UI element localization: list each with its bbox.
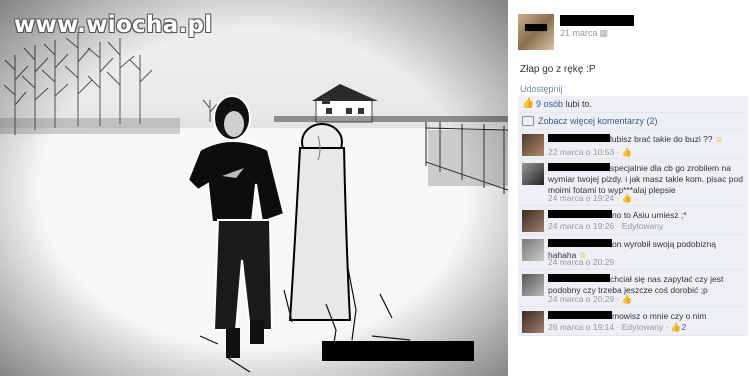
comment-extra: · [614, 294, 622, 304]
likes-link[interactable]: 9 osób [536, 99, 563, 109]
comment-time[interactable]: 24 marca o 20:29 [548, 294, 614, 304]
comment: mowisz o mnie czy o nim 26 marca o 19:14… [518, 307, 748, 336]
thumb-icon[interactable]: 👍 [622, 147, 633, 157]
comment-meta: 26 marca o 19:14 · Edytowany · 👍2 [548, 322, 686, 333]
comment-meta: 24 marca o 19:24 · 👍 [548, 193, 632, 204]
comment-meta: 24 marca o 19:26 · Edytowany [548, 221, 663, 231]
comment-meta: 22 marca o 10:53 · 👍 [548, 147, 632, 158]
comment-extra: · [614, 193, 622, 203]
likes-summary: 9 osób lubi to. [536, 99, 592, 109]
comment-body: no to Asiu umiesz ;* [612, 210, 687, 220]
comment-time[interactable]: 24 marca o 20:29 [548, 257, 614, 267]
thumb-icon[interactable]: 👍 [622, 193, 633, 203]
comment-body: mowisz o mnie czy o nim [612, 311, 707, 321]
comment-time[interactable]: 24 marca o 19:24 [548, 193, 614, 203]
more-comments-link[interactable]: Zobacz więcej komentarzy (2) [538, 116, 658, 126]
commenter-name-redacted[interactable] [548, 134, 610, 142]
thumb-icon[interactable]: 👍 [671, 322, 682, 332]
photo[interactable]: www.wiocha.pl [0, 0, 508, 376]
post-text: Złap go z rękę :P [520, 64, 596, 75]
commenter-name-redacted[interactable] [548, 239, 612, 247]
comment-extra: · Edytowany [614, 221, 664, 231]
author-name-redacted[interactable] [560, 15, 634, 26]
commenter-avatar[interactable] [522, 274, 544, 296]
comment-time[interactable]: 24 marca o 19:26 [548, 221, 614, 231]
thumb-icon[interactable]: 👍 [622, 294, 633, 304]
post-date-text: 21 marca [560, 28, 598, 38]
smiley-icon: ☺ [714, 134, 724, 144]
commenter-avatar[interactable] [522, 311, 544, 333]
comment-meta: 24 marca o 20:29 · 👍 [548, 294, 632, 305]
comment-text: chciał się nas zapytać czy jest podobny … [548, 274, 744, 296]
commenter-avatar[interactable] [522, 239, 544, 261]
photo-scene [0, 0, 508, 376]
commenter-name-redacted[interactable] [548, 311, 612, 319]
commenter-avatar[interactable] [522, 210, 544, 232]
comment: on wyrobił swoją podobizną hahaha ☺ 24 m… [518, 235, 748, 270]
commenter-name-redacted[interactable] [548, 210, 612, 218]
share-link[interactable]: Udostępnij [520, 84, 563, 94]
commenter-name-redacted[interactable] [548, 163, 610, 171]
comment-meta: 24 marca o 20:29 [548, 257, 614, 267]
comment: chciał się nas zapytać czy jest podobny … [518, 270, 748, 307]
like-thumb-icon: 👍 [522, 98, 535, 109]
watermark: www.wiocha.pl [14, 12, 213, 38]
likes-row: 👍 9 osób lubi to. [518, 96, 748, 113]
comment-time[interactable]: 22 marca o 10:53 [548, 147, 614, 157]
comment-text: no to Asiu umiesz ;* [548, 210, 744, 221]
audience-icon: ▦ [599, 28, 609, 38]
comment: no to Asiu umiesz ;* 24 marca o 19:26 · … [518, 206, 748, 235]
comment: lubisz brać takie do buzi ?? ☺ 22 marca … [518, 130, 748, 159]
commenter-avatar[interactable] [522, 134, 544, 156]
avatar-redaction [525, 24, 547, 31]
comment-extra: · [614, 147, 622, 157]
commenter-avatar[interactable] [522, 163, 544, 185]
commenter-name-redacted[interactable] [548, 274, 610, 282]
post-date[interactable]: 21 marca ▦ [560, 28, 608, 39]
comment-extra: · Edytowany · [614, 322, 671, 332]
comment-body: lubisz brać takie do buzi ?? [610, 134, 715, 144]
likes-rest: lubi to. [563, 99, 593, 109]
comment-text: mowisz o mnie czy o nim [548, 311, 744, 322]
comment-time[interactable]: 26 marca o 19:14 [548, 322, 614, 332]
author-avatar[interactable] [518, 14, 554, 50]
comment-like-count[interactable]: 2 [681, 322, 686, 332]
comment-text: specjalnie dla cb go zrobilem na wymiar … [548, 163, 744, 196]
comment-text: lubisz brać takie do buzi ?? ☺ [548, 134, 744, 145]
comments-icon [522, 116, 534, 126]
post-panel: 21 marca ▦ Złap go z rękę :P Udostępnij 👍… [508, 0, 750, 376]
redaction-bar [322, 341, 474, 361]
comment: specjalnie dla cb go zrobilem na wymiar … [518, 159, 748, 206]
more-comments-row[interactable]: Zobacz więcej komentarzy (2) [518, 113, 748, 130]
